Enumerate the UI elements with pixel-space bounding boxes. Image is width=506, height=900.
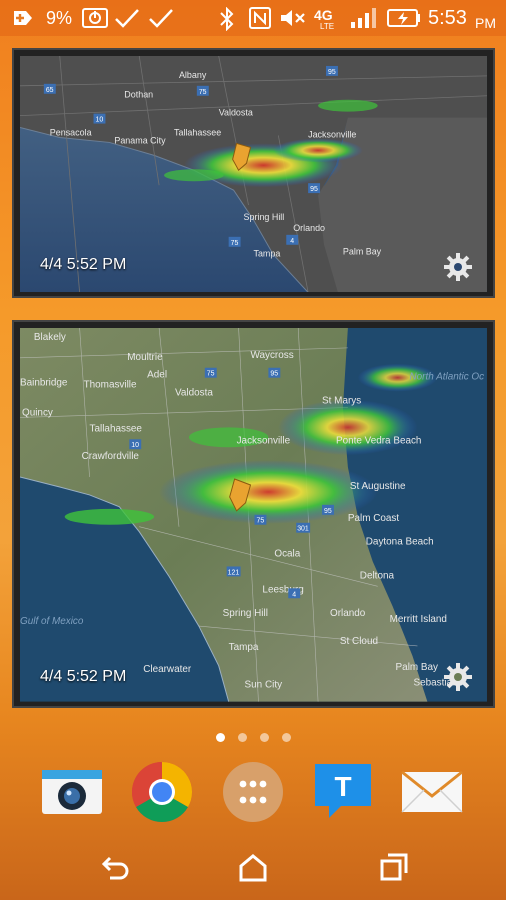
map-label: St Marys bbox=[322, 396, 361, 407]
map-label: St Augustine bbox=[350, 481, 406, 492]
map-label: Daytona Beach bbox=[366, 537, 434, 548]
home-icon[interactable] bbox=[235, 850, 271, 886]
map-label: Jacksonville bbox=[237, 435, 291, 446]
mute-icon bbox=[281, 10, 305, 26]
map-label: Tallahassee bbox=[90, 423, 143, 434]
map-label: Moultrie bbox=[127, 352, 163, 363]
map-label: Spring Hill bbox=[223, 608, 268, 619]
check-icon bbox=[149, 9, 173, 28]
svg-text:75: 75 bbox=[256, 518, 264, 525]
apps-grid-icon[interactable] bbox=[221, 760, 285, 824]
radar-timestamp: 4/4 5:52 PM bbox=[40, 256, 127, 273]
map-label: Waycross bbox=[251, 350, 294, 361]
mail-icon[interactable] bbox=[400, 760, 464, 824]
svg-text:95: 95 bbox=[310, 186, 318, 193]
network-type: 4G bbox=[314, 7, 333, 23]
settings-gear-icon[interactable] bbox=[443, 252, 473, 282]
page-dot-active[interactable] bbox=[216, 733, 225, 742]
map-label: Valdosta bbox=[175, 388, 213, 399]
page-dot[interactable] bbox=[260, 733, 269, 742]
map-label: Jacksonville bbox=[308, 129, 356, 139]
svg-text:65: 65 bbox=[46, 87, 54, 94]
svg-text:95: 95 bbox=[270, 371, 278, 378]
chrome-icon[interactable] bbox=[130, 760, 194, 824]
svg-text:75: 75 bbox=[199, 89, 207, 96]
bluetooth-icon bbox=[220, 7, 234, 31]
battery-saver-label: 9% bbox=[46, 8, 73, 28]
network-subtype: LTE bbox=[320, 22, 335, 31]
svg-text:4: 4 bbox=[292, 591, 296, 598]
map-label: Tallahassee bbox=[174, 127, 221, 137]
map-label: Palm Coast bbox=[348, 513, 400, 524]
map-label: Thomasville bbox=[84, 380, 137, 391]
map-label: Tampa bbox=[229, 642, 259, 653]
map-label: Quincy bbox=[22, 407, 53, 418]
radar-map[interactable]: Blakely Moultrie Waycross Thomasville Ad… bbox=[20, 328, 487, 702]
signal-icon bbox=[351, 8, 376, 28]
battery-saver-icon bbox=[82, 8, 108, 28]
map-label: Adel bbox=[147, 370, 167, 381]
map-label: Palm Bay bbox=[396, 662, 438, 673]
map-label: Pensacola bbox=[50, 127, 92, 137]
message-icon[interactable]: T bbox=[311, 760, 375, 824]
map-label: Ponte Vedra Beach bbox=[336, 435, 422, 446]
map-label: Deltona bbox=[360, 570, 395, 581]
page-dot[interactable] bbox=[238, 733, 247, 742]
svg-text:4: 4 bbox=[290, 238, 294, 245]
svg-text:10: 10 bbox=[96, 117, 104, 124]
svg-text:10: 10 bbox=[131, 442, 139, 449]
add-notification-icon bbox=[14, 11, 32, 25]
map-label: Clearwater bbox=[143, 664, 192, 675]
map-label: Tampa bbox=[253, 249, 280, 259]
map-label: Blakely bbox=[34, 332, 66, 343]
page-indicator[interactable] bbox=[0, 731, 506, 745]
back-icon[interactable] bbox=[96, 850, 132, 886]
map-label: Valdosta bbox=[219, 108, 253, 118]
svg-text:95: 95 bbox=[328, 69, 336, 76]
settings-gear-icon[interactable] bbox=[443, 662, 473, 692]
map-label: Palm Bay bbox=[343, 247, 382, 257]
map-label: Gulf of Mexico bbox=[20, 616, 84, 627]
battery-charging-icon bbox=[387, 9, 420, 27]
map-label: St Cloud bbox=[340, 636, 378, 647]
radar-widget-large[interactable]: Blakely Moultrie Waycross Thomasville Ad… bbox=[12, 320, 495, 708]
map-label: Spring Hill bbox=[244, 212, 285, 222]
map-label: Crawfordville bbox=[82, 451, 140, 462]
map-label: Panama City bbox=[114, 135, 166, 145]
map-label: Orlando bbox=[330, 608, 366, 619]
map-label: Bainbridge bbox=[20, 378, 68, 389]
camera-icon[interactable] bbox=[40, 760, 104, 824]
recents-icon[interactable] bbox=[376, 850, 412, 886]
status-bar: 9% 4G LTE 5:53 PM bbox=[0, 0, 506, 36]
svg-text:301: 301 bbox=[297, 526, 309, 533]
status-time: 5:53 bbox=[428, 7, 467, 29]
svg-text:75: 75 bbox=[207, 371, 215, 378]
nfc-icon bbox=[249, 7, 271, 29]
page-dot[interactable] bbox=[282, 733, 291, 742]
map-label: Dothan bbox=[124, 90, 153, 100]
map-label: Albany bbox=[179, 70, 207, 80]
radar-widget-small[interactable]: Albany Dothan Valdosta Tallahassee Pensa… bbox=[12, 48, 495, 298]
map-label: Ocala bbox=[274, 549, 300, 560]
map-label: Sun City bbox=[245, 680, 283, 691]
status-ampm: PM bbox=[475, 15, 496, 31]
svg-text:121: 121 bbox=[228, 569, 240, 576]
svg-text:75: 75 bbox=[231, 240, 239, 247]
svg-text:95: 95 bbox=[324, 508, 332, 515]
svg-text:T: T bbox=[334, 771, 351, 802]
map-label: North Atlantic Oc bbox=[409, 372, 484, 383]
check-icon bbox=[115, 9, 139, 28]
map-label: Orlando bbox=[293, 223, 325, 233]
radar-timestamp: 4/4 5:52 PM bbox=[40, 668, 127, 685]
map-label: Merritt Island bbox=[390, 614, 447, 625]
